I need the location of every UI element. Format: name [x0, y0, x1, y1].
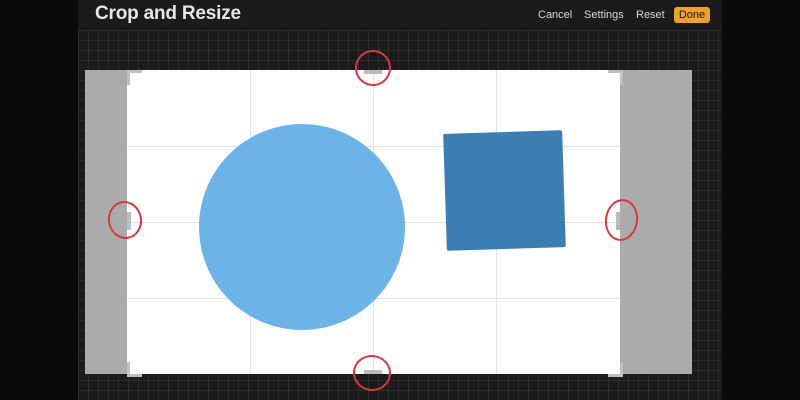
crop-area[interactable]	[127, 70, 620, 374]
crop-corner-top-left[interactable]	[127, 70, 142, 85]
crop-corner-bottom-right[interactable]	[608, 362, 623, 377]
done-button[interactable]: Done	[674, 7, 710, 23]
crop-corner-bottom-left[interactable]	[127, 362, 142, 377]
crop-corner-top-right[interactable]	[608, 70, 623, 85]
square-shape	[443, 130, 566, 251]
page-title: Crop and Resize	[95, 3, 241, 24]
reset-button[interactable]: Reset	[636, 8, 665, 22]
circle-shape	[199, 124, 405, 330]
cancel-button[interactable]: Cancel	[538, 8, 572, 22]
settings-button[interactable]: Settings	[584, 8, 624, 22]
